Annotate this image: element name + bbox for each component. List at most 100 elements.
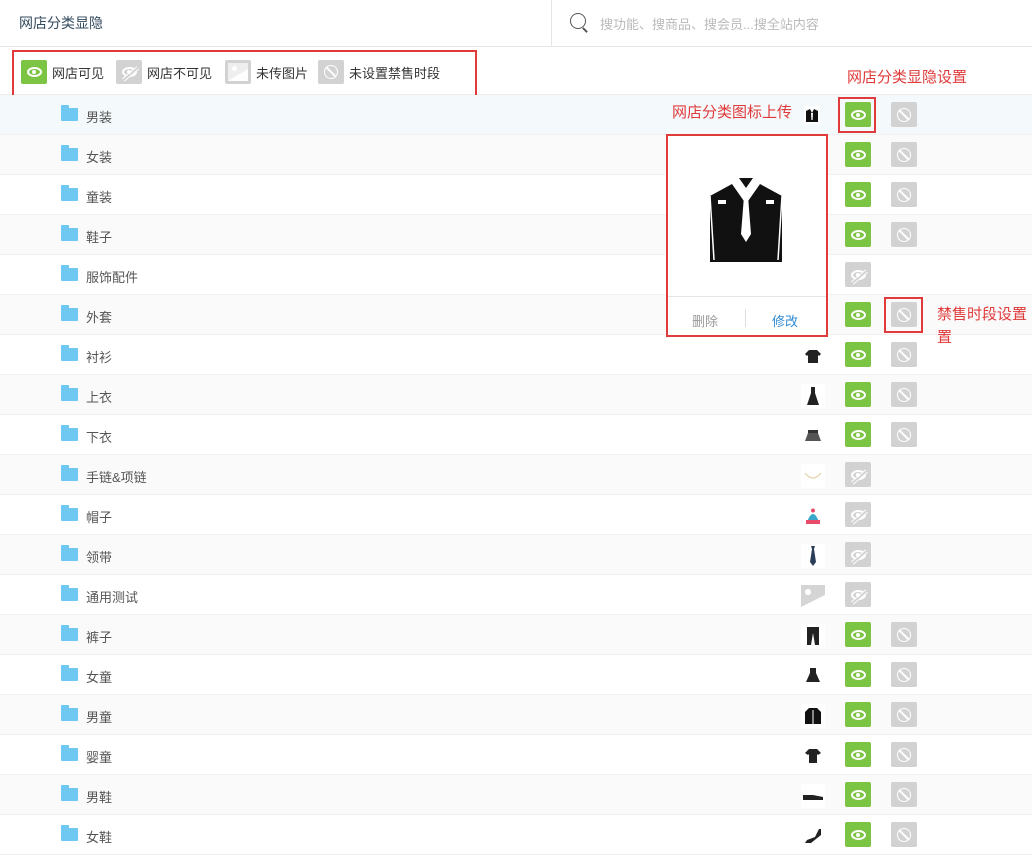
modify-button[interactable]: 修改: [772, 311, 798, 330]
time-setting-button[interactable]: [891, 142, 917, 167]
suit-icon[interactable]: [804, 106, 820, 124]
category-name: 领带: [86, 550, 113, 565]
folder-icon: [61, 425, 78, 441]
folder-icon: [61, 105, 78, 121]
eye-icon: [850, 229, 866, 240]
visibility-toggle[interactable]: [845, 662, 871, 687]
eye-icon: [850, 829, 866, 840]
eye-icon: [850, 429, 866, 440]
visibility-toggle[interactable]: [845, 422, 871, 447]
folder-icon: [61, 825, 78, 841]
category-row: 男童: [0, 695, 1032, 735]
time-setting-button[interactable]: [891, 422, 917, 447]
necklace-icon[interactable]: [801, 464, 825, 488]
visibility-toggle[interactable]: [845, 302, 871, 327]
delete-button[interactable]: 删除: [692, 311, 718, 330]
popup-actions: 删除 修改: [668, 296, 826, 336]
legend-no-image-label: 未传图片: [256, 65, 309, 81]
legend-no-time: 未设置禁售时段: [318, 59, 440, 85]
category-row: 女童: [0, 655, 1032, 695]
tie-icon[interactable]: [801, 544, 825, 568]
visibility-toggle[interactable]: [845, 222, 871, 247]
category-row: 鞋子: [0, 215, 1032, 255]
ban-icon: [897, 627, 911, 642]
eye-icon: [850, 309, 866, 320]
girl-dress-icon[interactable]: [801, 664, 825, 688]
folder-icon: [61, 625, 78, 641]
visibility-toggle[interactable]: [845, 702, 871, 727]
eye-slash-icon: [850, 589, 866, 600]
search-bar[interactable]: 搜功能、搜商品、搜会员...搜全站内容: [551, 0, 1032, 46]
shoe-icon[interactable]: [801, 784, 825, 808]
time-setting-button[interactable]: [891, 182, 917, 207]
category-name: 鞋子: [86, 230, 113, 245]
visibility-toggle[interactable]: [845, 262, 871, 287]
time-setting-button[interactable]: [891, 742, 917, 767]
visibility-toggle[interactable]: [845, 742, 871, 767]
folder-icon: [61, 305, 78, 321]
visibility-toggle[interactable]: [845, 142, 871, 167]
folder-icon: [61, 745, 78, 761]
category-list: 男装 女装 童装 鞋子 服饰配件 外套 衬衫 上衣 下衣 手链&项链 帽子 领带 通用测试 裤子 女童 男童婴…: [0, 95, 1032, 855]
icon-upload-popup: 删除 修改: [666, 134, 828, 337]
category-row: 衬衫: [0, 335, 1032, 375]
jacket-icon[interactable]: [801, 704, 825, 728]
skirt-icon[interactable]: [801, 424, 825, 448]
visibility-toggle[interactable]: [845, 182, 871, 207]
time-setting-button[interactable]: [891, 342, 917, 367]
eye-icon: [850, 669, 866, 680]
category-name: 下衣: [86, 430, 113, 445]
category-name: 男装: [86, 110, 113, 125]
page-title: 网店分类显隐: [19, 15, 103, 31]
ban-icon: [897, 787, 911, 802]
category-name: 外套: [86, 310, 113, 325]
time-setting-button[interactable]: [891, 822, 917, 847]
visibility-toggle[interactable]: [845, 542, 871, 567]
search-icon: [570, 13, 586, 29]
hat-icon[interactable]: [801, 504, 825, 528]
visibility-toggle[interactable]: [845, 582, 871, 607]
baby-clothes-icon[interactable]: [801, 744, 825, 768]
category-row: 服饰配件: [0, 255, 1032, 295]
eye-slash-icon: [850, 469, 866, 480]
visibility-toggle[interactable]: [845, 782, 871, 807]
folder-icon: [61, 785, 78, 801]
time-setting-button[interactable]: [891, 662, 917, 687]
eye-slash-icon: [850, 509, 866, 520]
category-row: 童装: [0, 175, 1032, 215]
visibility-toggle[interactable]: [845, 342, 871, 367]
pants-icon[interactable]: [801, 624, 825, 648]
visibility-toggle[interactable]: [845, 622, 871, 647]
category-row: 裤子: [0, 615, 1032, 655]
time-setting-button[interactable]: [891, 622, 917, 647]
ban-icon: [897, 347, 911, 362]
folder-icon: [61, 665, 78, 681]
time-setting-button[interactable]: [891, 702, 917, 727]
placeholder-image-icon[interactable]: [801, 584, 825, 608]
visibility-toggle[interactable]: [845, 822, 871, 847]
shirt-icon[interactable]: [801, 344, 825, 368]
suit-icon: [710, 176, 782, 262]
legend-no-time-label: 未设置禁售时段: [349, 65, 441, 81]
time-setting-button[interactable]: [891, 782, 917, 807]
time-setting-button[interactable]: [891, 102, 917, 127]
search-placeholder[interactable]: 搜功能、搜商品、搜会员...搜全站内容: [600, 14, 819, 33]
legend-no-image: 未传图片: [225, 59, 308, 85]
folder-icon: [61, 145, 78, 161]
ban-icon: [897, 747, 911, 762]
popup-divider: [745, 309, 746, 327]
visibility-toggle[interactable]: [845, 382, 871, 407]
eye-icon: [850, 389, 866, 400]
time-setting-button[interactable]: [891, 222, 917, 247]
category-row: 外套: [0, 295, 1032, 335]
folder-icon: [61, 545, 78, 561]
category-row: 男装: [0, 95, 1032, 135]
category-name: 帽子: [86, 510, 113, 525]
heel-icon[interactable]: [801, 824, 825, 848]
visibility-toggle[interactable]: [845, 462, 871, 487]
eye-icon: [21, 60, 47, 84]
ban-icon: [897, 667, 911, 682]
visibility-toggle[interactable]: [845, 502, 871, 527]
dress-icon[interactable]: [801, 384, 825, 408]
time-setting-button[interactable]: [891, 382, 917, 407]
